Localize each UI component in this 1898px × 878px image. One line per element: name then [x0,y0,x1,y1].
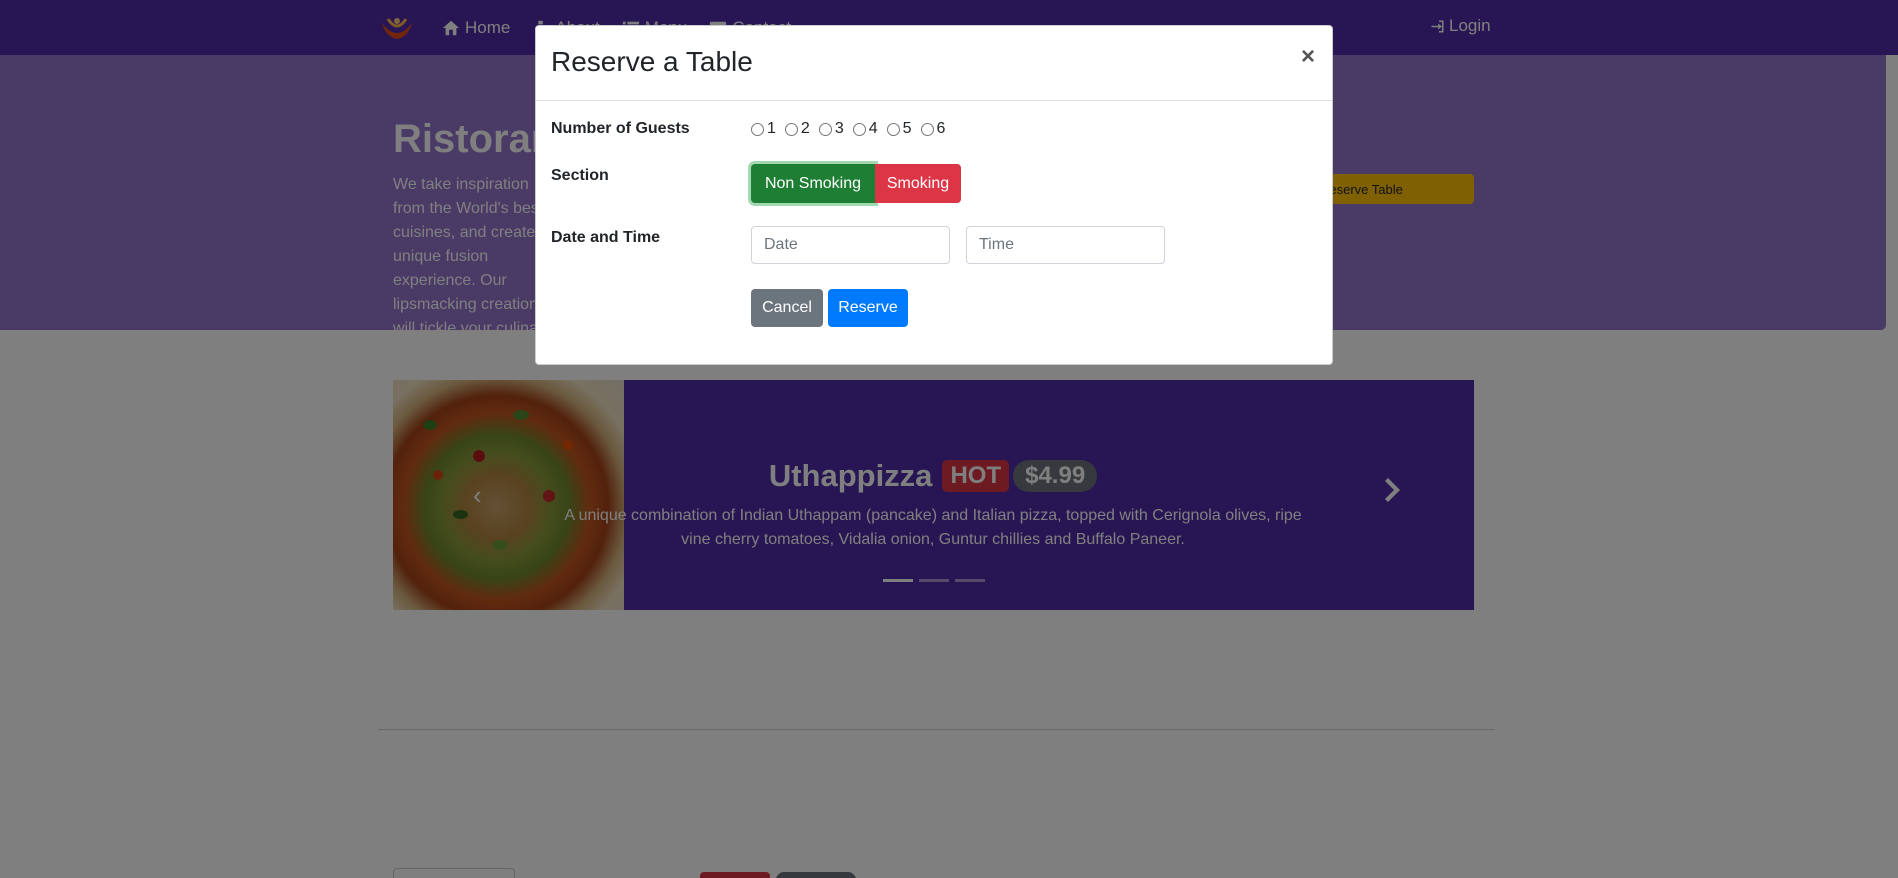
guest-radio-5[interactable]: 5 [886,120,912,138]
guest-option-label: 1 [767,120,776,137]
radio-circle-icon[interactable] [886,122,900,136]
guest-option-label: 2 [800,120,810,137]
guest-option-label: 4 [868,120,878,137]
modal-title: Reserve a Table [551,46,753,77]
close-icon[interactable]: × [1301,43,1315,71]
smoking-button[interactable]: Smoking [875,164,961,203]
cancel-button[interactable]: Cancel [751,289,823,327]
section-label: Section [551,167,609,184]
guest-radio-1[interactable]: 1 [751,120,776,138]
radio-circle-icon[interactable] [818,122,832,136]
radio-circle-icon[interactable] [920,122,934,136]
radio-circle-icon[interactable] [784,122,798,136]
guests-radio-group: 1 2 3 4 5 6 [751,120,954,138]
guests-label: Number of Guests [551,120,690,137]
reserve-modal: Reserve a Table × Number of Guests 1 2 3… [535,25,1333,365]
guest-option-label: 3 [834,120,844,137]
guest-radio-2[interactable]: 2 [784,120,810,138]
time-input[interactable]: Time [966,226,1165,264]
non-smoking-button[interactable]: Non Smoking [751,164,875,203]
modal-header: Reserve a Table × [536,26,1332,101]
radio-circle-icon[interactable] [751,122,764,136]
guest-radio-6[interactable]: 6 [920,120,946,138]
datetime-label: Date and Time [551,229,661,246]
guest-radio-3[interactable]: 3 [818,120,844,138]
guest-radio-4[interactable]: 4 [852,120,878,138]
radio-circle-icon[interactable] [852,122,866,136]
reserve-button[interactable]: Reserve [828,289,908,327]
date-input[interactable]: Date [751,226,950,264]
section-toggle-group: Non Smoking Smoking [751,164,961,203]
guest-option-label: 5 [902,120,912,137]
guest-option-label: 6 [936,120,946,137]
